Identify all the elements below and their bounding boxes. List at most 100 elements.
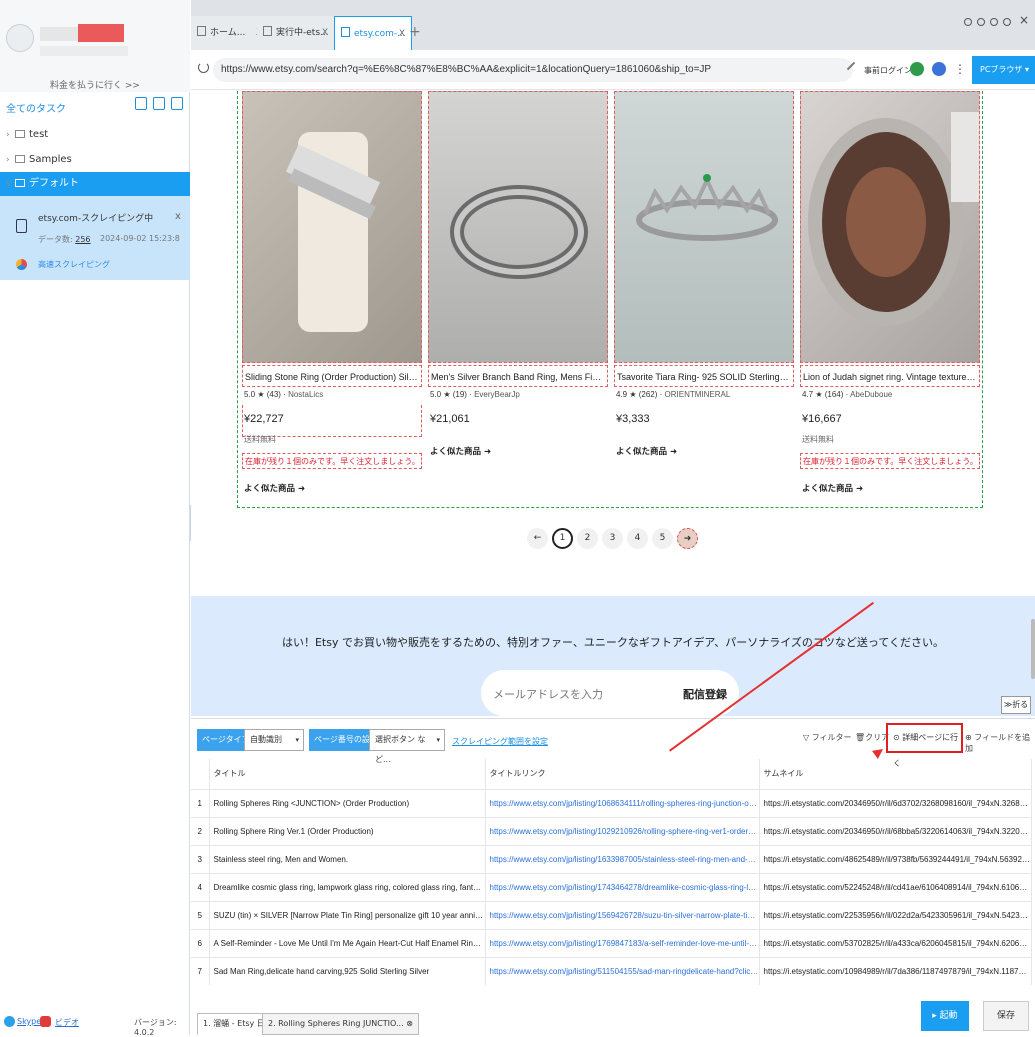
all-tasks-label[interactable]: 全てのタスク <box>6 100 66 115</box>
fast-scraping-link[interactable]: 高速スクレイピング <box>38 259 110 270</box>
cell-thumbnail[interactable]: https://i.etsystatic.com/52245248/r/il/c… <box>759 872 1032 901</box>
product-title[interactable]: Tsavorite Tiara Ring- 925 SOLID Sterling… <box>614 365 794 387</box>
filter-button[interactable]: ▽ フィルター <box>803 732 852 743</box>
url-input[interactable]: https://www.etsy.com/search?q=%E6%8C%87%… <box>213 58 853 82</box>
product-image[interactable] <box>800 91 980 363</box>
help-icon[interactable] <box>977 18 985 26</box>
row-index[interactable]: 4 <box>191 872 210 901</box>
prev-page-button[interactable]: ← <box>527 528 548 549</box>
add-field-button[interactable]: ⊕ フィールドを追加 <box>965 732 1035 754</box>
window-close-icon[interactable]: × <box>1019 13 1029 27</box>
cell-title[interactable]: Rolling Spheres Ring <JUNCTION> (Order P… <box>209 788 486 817</box>
bottom-tab[interactable]: 2. Rolling Spheres Ring JUNCTIO... ⊗ <box>262 1013 419 1035</box>
new-tab-button[interactable]: + <box>409 24 421 40</box>
product-title[interactable]: Men's Silver Branch Band Ring, Mens Fine… <box>428 365 608 387</box>
close-icon[interactable]: ⊗ <box>406 1019 413 1028</box>
fold-button[interactable]: ≫折る <box>1001 696 1031 714</box>
row-index[interactable]: 1 <box>191 788 210 817</box>
skype-link[interactable]: Skype <box>17 1017 41 1026</box>
cell-thumbnail[interactable]: https://i.etsystatic.com/20346950/r/il/6… <box>759 788 1032 817</box>
cell-link[interactable]: https://www.etsy.com/jp/listing/51150415… <box>485 956 760 985</box>
new-folder-icon[interactable] <box>171 97 183 110</box>
clear-button[interactable]: 🗑クリア <box>855 732 889 743</box>
table-row[interactable]: 5 SUZU (tin) × SILVER [Narrow Plate Tin R… <box>191 900 1032 929</box>
cell-link[interactable]: https://www.etsy.com/jp/listing/17698471… <box>485 928 760 957</box>
avatar[interactable] <box>6 24 34 52</box>
cell-thumbnail[interactable]: https://i.etsystatic.com/53702825/r/il/a… <box>759 928 1032 957</box>
page-scrollbar[interactable] <box>1031 619 1035 679</box>
row-index[interactable]: 5 <box>191 900 210 929</box>
table-row[interactable]: 4 Dreamlike cosmic glass ring, lampwork g… <box>191 872 1032 901</box>
pay-link[interactable]: 料金を払うに行く >> <box>0 78 190 91</box>
cell-thumbnail[interactable]: https://i.etsystatic.com/48625489/r/il/9… <box>759 844 1032 873</box>
row-index[interactable]: 3 <box>191 844 210 873</box>
cell-title[interactable]: SUZU (tin) × SILVER [Narrow Plate Tin Ri… <box>209 900 486 929</box>
cell-link[interactable]: https://www.etsy.com/jp/listing/17434642… <box>485 872 760 901</box>
tab-etsy[interactable]: etsy.com-... X <box>334 16 412 50</box>
tree-item-samples[interactable]: › Samples <box>0 148 190 172</box>
row-index[interactable]: 2 <box>191 816 210 845</box>
cell-link[interactable]: https://www.etsy.com/jp/listing/15694267… <box>485 900 760 929</box>
task-name[interactable]: etsy.com-スクレイピング中 <box>38 211 153 224</box>
similar-items-link[interactable]: よく似た商品 ➜ <box>802 482 863 494</box>
product-title[interactable]: Lion of Judah signet ring. Vintage textu… <box>800 365 980 387</box>
cell-link[interactable]: https://www.etsy.com/jp/listing/16339870… <box>485 844 760 873</box>
page-button[interactable]: 5 <box>652 528 673 549</box>
extension-blue-icon[interactable] <box>932 62 946 76</box>
extension-green-icon[interactable] <box>910 62 924 76</box>
column-header[interactable]: サムネイル <box>759 759 1032 789</box>
skype-icon[interactable] <box>4 1016 15 1027</box>
video-link[interactable]: ビデオ <box>55 1017 79 1028</box>
cell-title[interactable]: A Self-Reminder - Love Me Until I'm Me A… <box>209 928 486 957</box>
tree-item-test[interactable]: › test <box>0 123 190 147</box>
cell-thumbnail[interactable]: https://i.etsystatic.com/22535956/r/il/0… <box>759 900 1032 929</box>
row-index[interactable]: 7 <box>191 956 210 985</box>
cell-title[interactable]: Dreamlike cosmic glass ring, lampwork gl… <box>209 872 486 901</box>
shop-name[interactable]: AbeDuboue <box>850 390 892 399</box>
data-count-value[interactable]: 256 <box>75 235 90 244</box>
table-row[interactable]: 6A Self-Reminder - Love Me Until I'm Me … <box>191 928 1032 957</box>
page-button[interactable]: 2 <box>577 528 598 549</box>
shop-name[interactable]: NostaLics <box>288 390 323 399</box>
table-row[interactable]: 7 Sad Man Ring,delicate hand carving,925 … <box>191 956 1032 985</box>
product-image[interactable] <box>242 91 422 363</box>
similar-items-link[interactable]: よく似た商品 ➜ <box>616 445 677 457</box>
cell-title[interactable]: Sad Man Ring,delicate hand carving,925 S… <box>209 956 486 985</box>
page-number-select[interactable]: 選択ボタン など... ▾ <box>369 729 445 764</box>
cell-link[interactable]: https://www.etsy.com/jp/listing/10686341… <box>485 788 760 817</box>
subscribe-button[interactable]: 配信登録 <box>683 686 727 702</box>
similar-items-link[interactable]: よく似た商品 ➜ <box>244 482 305 494</box>
shop-name[interactable]: EveryBearJp <box>474 390 520 399</box>
save-button[interactable]: 保存 <box>983 1001 1029 1031</box>
video-icon[interactable] <box>40 1016 51 1027</box>
table-row[interactable]: 2 Rolling Sphere Ring Ver.1 (Order Produc… <box>191 816 1032 845</box>
import-icon[interactable] <box>135 97 147 110</box>
row-index[interactable]: 6 <box>191 928 210 957</box>
pre-login-button[interactable]: 事前ログイン <box>864 65 912 76</box>
page-type-select[interactable]: 自動識別 ▾ <box>244 729 304 751</box>
similar-items-link[interactable]: よく似た商品 ➜ <box>430 445 491 457</box>
cell-title[interactable]: Stainless steel ring, Men and Women. <box>209 844 486 873</box>
settings-icon[interactable] <box>990 18 998 26</box>
task-close-button[interactable]: x <box>175 211 181 222</box>
table-row[interactable]: 1 Rolling Spheres Ring <JUNCTION> (Order … <box>191 788 1032 817</box>
product-title[interactable]: Sliding Stone Ring (Order Production) Si… <box>242 365 422 387</box>
email-field[interactable]: メールアドレスを入力 配信登録 <box>481 670 739 716</box>
close-icon[interactable]: X <box>399 17 405 50</box>
cell-thumbnail[interactable]: https://i.etsystatic.com/20346950/r/il/6… <box>759 816 1032 845</box>
column-header[interactable]: タイトル <box>209 759 486 789</box>
shop-name[interactable]: ORIENTMINERAL <box>665 390 731 399</box>
scraping-scope-link[interactable]: スクレイピング範囲を設定 <box>452 736 548 747</box>
minimize-icon[interactable] <box>1003 18 1011 26</box>
more-icon[interactable]: ⋮ <box>954 62 966 76</box>
product-image[interactable] <box>614 91 794 363</box>
pc-browser-button[interactable]: PCブラウザ ▾ <box>972 56 1035 84</box>
cell-thumbnail[interactable]: https://i.etsystatic.com/10984989/r/il/7… <box>759 956 1032 985</box>
reload-icon[interactable] <box>198 62 209 73</box>
start-button[interactable]: ▸ 起動 <box>921 1001 969 1031</box>
close-icon[interactable]: X <box>322 16 328 50</box>
table-row[interactable]: 3 Stainless steel ring, Men and Women. htt… <box>191 844 1032 873</box>
product-image[interactable] <box>428 91 608 363</box>
page-button[interactable]: 1 <box>552 528 573 549</box>
tab-running[interactable]: 実行中-ets... X <box>257 16 335 50</box>
